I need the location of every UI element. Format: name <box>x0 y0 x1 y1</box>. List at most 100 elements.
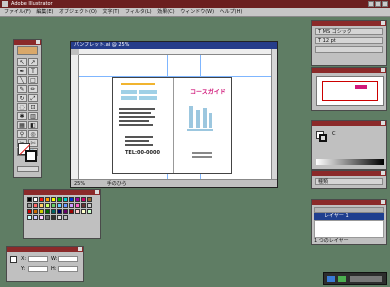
menu-object[interactable]: オブジェクト(O) <box>59 8 97 17</box>
swatch[interactable] <box>45 197 50 202</box>
volume-icon[interactable] <box>338 276 346 282</box>
swatch[interactable] <box>33 209 38 214</box>
blend-tool-icon[interactable]: ◎ <box>28 130 38 138</box>
gradient-palette-titlebar[interactable] <box>312 171 386 176</box>
maximize-button[interactable] <box>375 1 381 7</box>
character-palette-titlebar[interactable] <box>312 21 386 26</box>
menu-help[interactable]: ヘルプ(H) <box>220 8 243 17</box>
swatch[interactable] <box>27 203 32 208</box>
color-palette-titlebar[interactable] <box>312 121 386 126</box>
swatch[interactable] <box>27 209 32 214</box>
toolbox-titlebar[interactable] <box>14 40 41 45</box>
rotate-tool-icon[interactable]: ↻ <box>17 94 27 102</box>
layers-list[interactable] <box>314 220 384 238</box>
symbol-sprayer-tool-icon[interactable]: ✱ <box>17 112 27 120</box>
menu-edit[interactable]: 編集(E) <box>36 8 53 17</box>
swatch[interactable] <box>63 215 68 220</box>
swatch[interactable] <box>45 209 50 214</box>
swatch[interactable] <box>63 197 68 202</box>
swatch[interactable] <box>87 203 92 208</box>
swatch[interactable] <box>75 197 80 202</box>
rectangle-tool-icon[interactable]: □ <box>28 76 38 84</box>
close-icon[interactable] <box>381 21 385 25</box>
close-icon[interactable] <box>95 190 99 194</box>
menu-effect[interactable]: 効果(C) <box>157 8 174 17</box>
free-transform-tool-icon[interactable]: ⊡ <box>28 103 38 111</box>
reference-point-icon[interactable] <box>10 256 17 263</box>
swatch[interactable] <box>69 209 74 214</box>
swatch[interactable] <box>81 209 86 214</box>
y-input[interactable] <box>28 266 48 272</box>
close-icon[interactable] <box>381 121 385 125</box>
status-tool[interactable]: 手のひら <box>107 181 127 187</box>
document-titlebar[interactable]: パンフレット.ai @ 25% <box>71 42 277 49</box>
vertical-ruler[interactable] <box>71 55 79 179</box>
scale-tool-icon[interactable]: ⤢ <box>28 94 38 102</box>
network-icon[interactable] <box>327 276 335 282</box>
swatch[interactable] <box>33 203 38 208</box>
font-family-field[interactable]: T MS ゴシック <box>315 28 383 35</box>
close-icon[interactable] <box>78 247 82 251</box>
layers-palette-titlebar[interactable] <box>312 200 386 205</box>
swatch[interactable] <box>81 203 86 208</box>
mesh-tool-icon[interactable]: ▦ <box>17 121 27 129</box>
swatch[interactable] <box>27 197 32 202</box>
color-ramp[interactable] <box>316 159 384 165</box>
close-icon[interactable] <box>36 40 40 44</box>
swatch[interactable] <box>27 215 32 220</box>
swatch[interactable] <box>63 209 68 214</box>
minimize-button[interactable] <box>368 1 374 7</box>
pen-tool-icon[interactable]: ✒ <box>17 67 27 75</box>
swatch[interactable] <box>33 215 38 220</box>
swatch[interactable] <box>33 197 38 202</box>
swatch[interactable] <box>57 203 62 208</box>
menu-window[interactable]: ウィンドウ(W) <box>180 8 214 17</box>
eyedropper-tool-icon[interactable]: ⚲ <box>17 130 27 138</box>
type-tool-icon[interactable]: T <box>28 67 38 75</box>
swatch[interactable] <box>69 197 74 202</box>
swatch[interactable] <box>63 203 68 208</box>
layer-row[interactable]: レイヤー 1 <box>314 213 384 220</box>
selection-tool-icon[interactable]: ↖ <box>17 58 27 66</box>
gradient-type-field[interactable]: 種類 <box>315 178 383 185</box>
leading-field[interactable] <box>315 46 383 53</box>
close-icon[interactable] <box>381 68 385 72</box>
swatch[interactable] <box>39 197 44 202</box>
close-button[interactable] <box>382 1 388 7</box>
warp-tool-icon[interactable]: ◌ <box>17 103 27 111</box>
swatch[interactable] <box>57 215 62 220</box>
graph-tool-icon[interactable]: ▥ <box>28 112 38 120</box>
swatch[interactable] <box>39 203 44 208</box>
swatch[interactable] <box>75 203 80 208</box>
width-input[interactable] <box>58 256 78 262</box>
swatch[interactable] <box>45 215 50 220</box>
swatch[interactable] <box>51 209 56 214</box>
swatch[interactable] <box>69 203 74 208</box>
direct-selection-tool-icon[interactable]: ↗ <box>28 58 38 66</box>
pencil-tool-icon[interactable]: ✏ <box>28 85 38 93</box>
swatches-palette-titlebar[interactable] <box>24 190 100 195</box>
menu-filter[interactable]: フィルタ(L) <box>125 8 152 17</box>
swatch[interactable] <box>75 209 80 214</box>
transform-palette-titlebar[interactable] <box>7 247 83 252</box>
menu-type[interactable]: 文字(T) <box>102 8 119 17</box>
view-box[interactable] <box>322 81 378 101</box>
font-size-field[interactable]: T 12 pt <box>315 37 383 44</box>
navigator-preview[interactable] <box>316 76 384 106</box>
swatch[interactable] <box>39 209 44 214</box>
navigator-palette-titlebar[interactable] <box>312 68 386 73</box>
swatch[interactable] <box>51 215 56 220</box>
artwork-canvas[interactable]: TEL:00-0000 コースガイド <box>79 55 271 179</box>
swatch[interactable] <box>81 197 86 202</box>
screen-mode-buttons[interactable] <box>17 166 39 172</box>
gradient-tool-icon[interactable]: ◧ <box>28 121 38 129</box>
layer-name[interactable]: レイヤー 1 <box>324 213 349 219</box>
swatch[interactable] <box>39 215 44 220</box>
swatch[interactable] <box>51 197 56 202</box>
swatch[interactable] <box>51 203 56 208</box>
line-tool-icon[interactable]: ╲ <box>17 76 27 84</box>
zoom-level[interactable]: 25% <box>74 181 85 187</box>
paintbrush-tool-icon[interactable]: ✎ <box>17 85 27 93</box>
swatch[interactable] <box>57 197 62 202</box>
swatch[interactable] <box>87 197 92 202</box>
